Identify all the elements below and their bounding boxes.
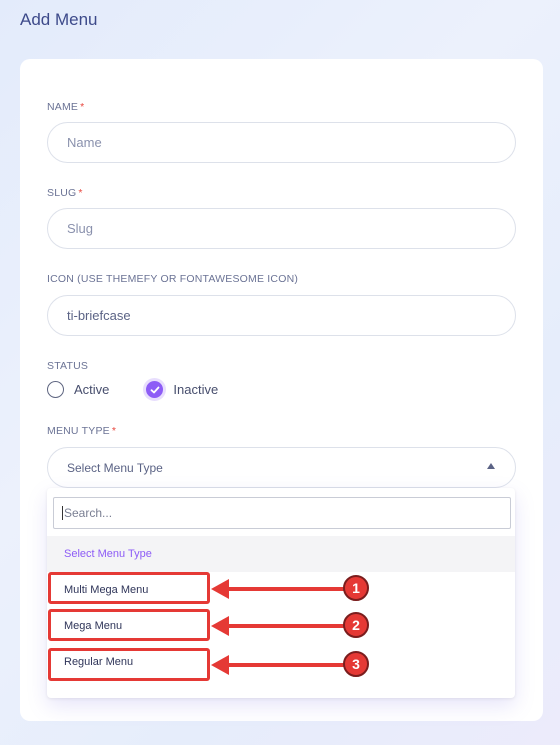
status-inactive-label: Inactive (173, 382, 219, 397)
arrow-line (226, 587, 346, 591)
status-label: STATUS (47, 360, 89, 372)
menu-type-selected-value: Select Menu Type (67, 460, 163, 475)
status-active-radio[interactable]: Active (47, 381, 109, 398)
name-label-text: NAME (47, 101, 79, 113)
caret-up-icon (487, 463, 495, 469)
icon-input[interactable]: ti-briefcase (47, 295, 516, 336)
required-asterisk: * (80, 101, 85, 113)
menu-type-label-text: MENU TYPE (47, 425, 110, 437)
menu-type-select[interactable]: Select Menu Type (47, 447, 516, 488)
menu-type-label: MENU TYPE * (47, 425, 116, 437)
search-placeholder: Search... (64, 506, 113, 520)
required-asterisk: * (78, 187, 83, 199)
slug-input[interactable]: Slug (47, 208, 516, 249)
slug-label: SLUG * (47, 187, 83, 199)
check-icon (150, 386, 160, 393)
status-inactive-radio[interactable]: Inactive (146, 381, 218, 398)
annotation-badge-1: 1 (343, 575, 369, 601)
status-active-label: Active (74, 382, 110, 397)
annotation-badge-2: 2 (343, 612, 369, 638)
radio-unchecked-icon (47, 381, 64, 398)
dropdown-search-input[interactable]: Search... (53, 497, 511, 529)
radio-checked-icon (146, 381, 164, 398)
text-cursor (62, 506, 63, 520)
dropdown-option-select-menu-type[interactable]: Select Menu Type (47, 536, 515, 572)
page-title: Add Menu (20, 10, 98, 29)
arrow-line (226, 663, 346, 667)
slug-label-text: SLUG (47, 187, 77, 199)
annotation-badge-3: 3 (343, 651, 369, 677)
arrow-line (226, 624, 346, 628)
icon-label: ICON (USE THEMEFY OR FONTAWESOME ICON) (47, 273, 299, 285)
annotation-box-2 (48, 609, 210, 641)
annotation-box-1 (48, 572, 210, 604)
status-radio-group: Active Inactive (47, 381, 242, 398)
name-input[interactable]: Name (47, 122, 516, 163)
required-asterisk: * (111, 425, 117, 437)
name-label: NAME * (47, 101, 84, 113)
annotation-box-3 (48, 648, 210, 681)
